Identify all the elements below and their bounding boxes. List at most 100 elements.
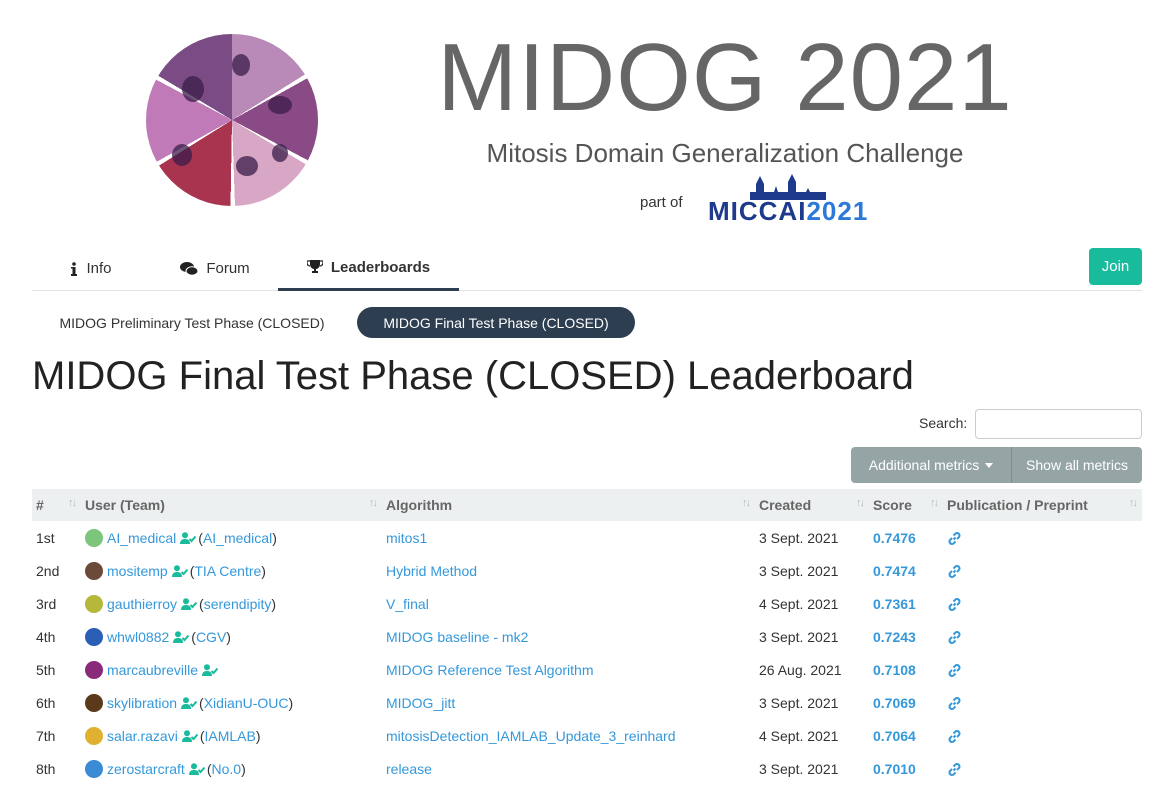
score-link[interactable]: 0.7108 (873, 662, 916, 678)
score-link[interactable]: 0.7243 (873, 629, 916, 645)
avatar (85, 693, 103, 712)
user-link[interactable]: gauthierroy (107, 596, 177, 612)
algorithm-cell: MIDOG Reference Test Algorithm (382, 653, 755, 686)
avatar (85, 528, 103, 547)
score-cell: 0.7010 (869, 752, 943, 785)
algorithm-link[interactable]: MIDOG Reference Test Algorithm (386, 662, 593, 678)
tab-forum[interactable]: Forum (150, 246, 280, 291)
tab-forum-label: Forum (206, 260, 250, 277)
user-link[interactable]: zerostarcraft (107, 761, 185, 777)
link-icon[interactable] (947, 630, 962, 645)
search-label: Search: (919, 415, 968, 431)
score-cell: 0.7069 (869, 686, 943, 719)
created-cell: 3 Sept. 2021 (759, 529, 839, 546)
algorithm-link[interactable]: mitos1 (386, 530, 427, 546)
user-cell: AI_medical (AI_medical) (81, 521, 382, 554)
leaderboard-table: # ↑↓ User (Team) ↑↓ Algorithm ↑↓ Created ↑↓ … (32, 489, 1142, 785)
rank-cell: 2nd (36, 562, 60, 579)
phase-final-pill[interactable]: MIDOG Final Test Phase (CLOSED) (357, 307, 635, 338)
sort-icon: ↑↓ (742, 497, 751, 509)
miccai-logo: MICCAI2021 (708, 172, 867, 226)
user-link[interactable]: AI_medical (107, 530, 176, 546)
algorithm-cell: MIDOG_jitt (382, 686, 755, 719)
team-link[interactable]: CGV (196, 629, 226, 645)
column-header-algorithm[interactable]: Algorithm ↑↓ (382, 489, 755, 521)
team-link[interactable]: No.0 (211, 761, 241, 777)
user-link[interactable]: marcaubreville (107, 662, 198, 678)
column-header-created[interactable]: Created ↑↓ (755, 489, 869, 521)
created-cell: 4 Sept. 2021 (759, 727, 839, 744)
algorithm-link[interactable]: MIDOG baseline - mk2 (386, 629, 528, 645)
link-icon[interactable] (947, 564, 962, 579)
created-cell: 3 Sept. 2021 (759, 562, 839, 579)
table-row: 3rd gauthierroy (serendipity) V_final 4 S… (32, 587, 1142, 620)
search-input[interactable] (975, 409, 1142, 439)
algorithm-link[interactable]: V_final (386, 596, 429, 612)
tab-leaderboards[interactable]: Leaderboards (278, 246, 459, 291)
link-icon[interactable] (947, 597, 962, 612)
avatar (85, 627, 103, 646)
table-row: 8th zerostarcraft (No.0) release 3 Sept. … (32, 752, 1142, 785)
tab-info-label: Info (86, 260, 112, 277)
user-link[interactable]: mositemp (107, 563, 168, 579)
table-row: 4th whwl0882 (CGV) MIDOG baseline - mk2 3… (32, 620, 1142, 653)
link-icon[interactable] (947, 696, 962, 711)
table-row: 2nd mositemp (TIA Centre) Hybrid Method 3… (32, 554, 1142, 587)
algorithm-link[interactable]: release (386, 761, 432, 777)
user-verified-icon (202, 663, 219, 676)
miccai-text: MICCAI (708, 196, 807, 226)
column-header-publication[interactable]: Publication / Preprint ↑↓ (943, 489, 1142, 521)
additional-metrics-dropdown[interactable]: Additional metrics (851, 447, 1011, 483)
score-link[interactable]: 0.7361 (873, 596, 916, 612)
table-row: 1st AI_medical (AI_medical) mitos1 3 Sept… (32, 521, 1142, 554)
tab-leaderboards-label: Leaderboards (330, 258, 431, 276)
table-row: 7th salar.razavi (IAMLAB) mitosisDetectio… (32, 719, 1142, 752)
leaderboard-title: MIDOG Final Test Phase (CLOSED) Leaderbo… (32, 354, 914, 398)
algorithm-link[interactable]: mitosisDetection_IAMLAB_Update_3_reinhar… (386, 728, 676, 744)
column-header-user[interactable]: User (Team) ↑↓ (81, 489, 382, 521)
midog-logo (146, 34, 318, 206)
link-icon[interactable] (947, 663, 962, 678)
team-link[interactable]: AI_medical (203, 530, 272, 546)
tab-info[interactable]: Info (32, 246, 150, 291)
score-cell: 0.7108 (869, 653, 943, 686)
team-link[interactable]: IAMLAB (204, 728, 255, 744)
team-link[interactable]: XidianU-OUC (204, 695, 289, 711)
score-link[interactable]: 0.7010 (873, 761, 916, 777)
user-cell: whwl0882 (CGV) (81, 620, 382, 653)
sort-icon: ↑↓ (930, 497, 939, 509)
created-cell: 3 Sept. 2021 (759, 628, 839, 645)
rank-cell: 6th (36, 694, 56, 711)
user-cell: skylibration (XidianU-OUC) (81, 686, 382, 719)
join-button[interactable]: Join (1089, 248, 1142, 285)
miccai-year: 2021 (806, 196, 869, 226)
user-link[interactable]: whwl0882 (107, 629, 169, 645)
link-icon[interactable] (947, 762, 962, 777)
score-link[interactable]: 0.7069 (873, 695, 916, 711)
column-header-rank[interactable]: # ↑↓ (32, 489, 81, 521)
user-link[interactable]: skylibration (107, 695, 177, 711)
sort-icon: ↑↓ (369, 497, 378, 509)
column-header-score[interactable]: Score ↑↓ (869, 489, 943, 521)
team-link[interactable]: serendipity (204, 596, 272, 612)
algorithm-cell: mitosisDetection_IAMLAB_Update_3_reinhar… (382, 719, 755, 752)
algorithm-link[interactable]: MIDOG_jitt (386, 695, 455, 711)
table-header-row: # ↑↓ User (Team) ↑↓ Algorithm ↑↓ Created ↑↓ … (32, 489, 1142, 521)
link-icon[interactable] (947, 729, 962, 744)
avatar (85, 660, 103, 679)
user-cell: zerostarcraft (No.0) (81, 752, 382, 785)
user-link[interactable]: salar.razavi (107, 728, 178, 744)
phase-preliminary-pill[interactable]: MIDOG Preliminary Test Phase (CLOSED) (44, 307, 340, 338)
team-link[interactable]: TIA Centre (194, 563, 261, 579)
link-icon[interactable] (947, 531, 962, 546)
score-link[interactable]: 0.7476 (873, 530, 916, 546)
show-all-metrics-button[interactable]: Show all metrics (1011, 447, 1142, 483)
algorithm-link[interactable]: Hybrid Method (386, 563, 477, 579)
publication-cell (943, 752, 1142, 785)
rank-cell: 7th (36, 727, 56, 744)
score-link[interactable]: 0.7064 (873, 728, 916, 744)
avatar (85, 594, 103, 613)
score-link[interactable]: 0.7474 (873, 563, 916, 579)
info-icon (70, 261, 78, 276)
algorithm-cell: release (382, 752, 755, 785)
